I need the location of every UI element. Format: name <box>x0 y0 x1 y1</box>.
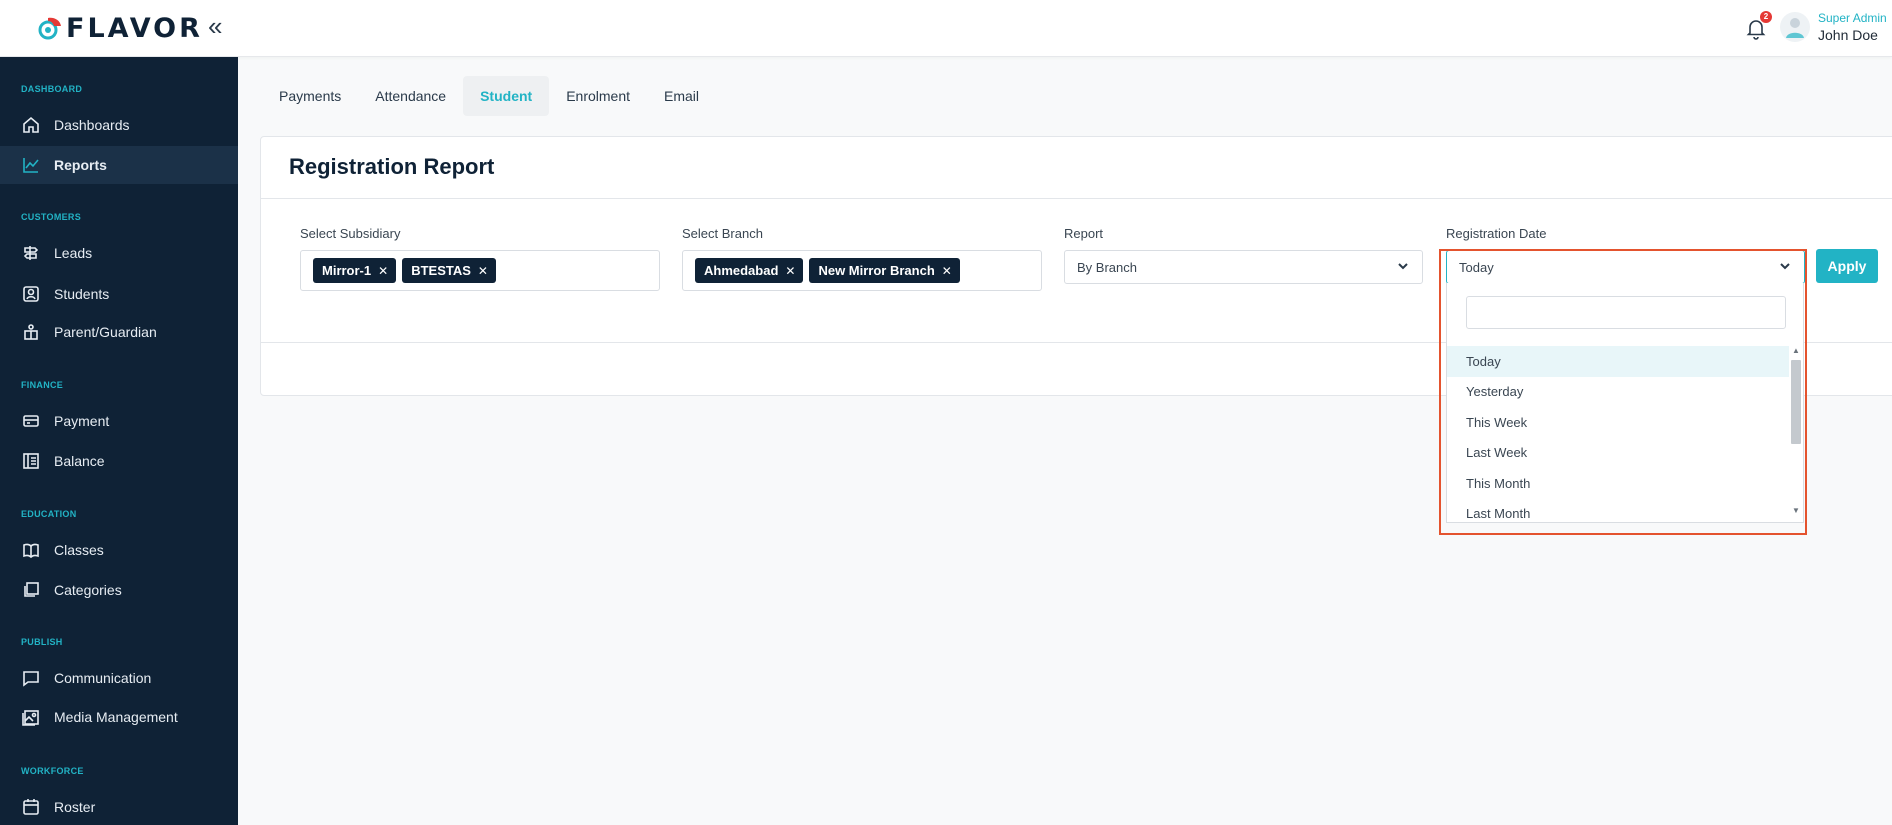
remove-chip-icon[interactable]: ✕ <box>378 264 388 278</box>
sidebar: DASHBOARD Dashboards Reports CUSTOMERS L… <box>0 57 238 825</box>
book-icon <box>22 541 40 559</box>
subsidiary-chip: Mirror-1 ✕ <box>313 258 397 283</box>
page-title: Registration Report <box>289 154 495 179</box>
sidebar-item-roster[interactable]: Roster <box>0 788 238 825</box>
option-last-week[interactable]: Last Week <box>1447 438 1789 469</box>
signpost-icon <box>22 244 40 262</box>
sidebar-item-label: Parent/Guardian <box>54 324 157 340</box>
registration-date-select[interactable]: Today <box>1446 250 1805 284</box>
sidebar-item-label: Classes <box>54 542 104 558</box>
chip-label: Ahmedabad <box>704 263 779 278</box>
sidebar-item-label: Roster <box>54 799 96 815</box>
card-divider <box>261 198 1892 199</box>
branch-chip: Ahmedabad ✕ <box>695 258 804 283</box>
subsidiary-label: Select Subsidiary <box>300 226 401 241</box>
logo-text: FLAVOR <box>66 12 203 44</box>
sidebar-section-customers: CUSTOMERS <box>21 212 82 222</box>
sidebar-item-label: Payment <box>54 413 110 429</box>
remove-chip-icon[interactable]: ✕ <box>478 264 488 278</box>
sidebar-item-label: Students <box>54 286 110 302</box>
report-type-label: Report <box>1064 226 1104 241</box>
tab-email[interactable]: Email <box>647 76 716 116</box>
tab-attendance[interactable]: Attendance <box>358 76 463 116</box>
sidebar-section-dashboard: DASHBOARD <box>21 84 83 94</box>
dropdown-options: Today Yesterday This Week Last Week This… <box>1447 346 1789 518</box>
tab-student[interactable]: Student <box>463 76 550 116</box>
home-icon <box>22 116 40 134</box>
calendar-icon <box>22 798 40 816</box>
sidebar-item-payment[interactable]: Payment <box>0 402 238 440</box>
branch-multiselect[interactable]: Ahmedabad ✕ New Mirror Branch ✕ <box>682 250 1042 291</box>
option-today[interactable]: Today <box>1447 346 1789 377</box>
sidebar-item-reports[interactable]: Reports <box>0 146 238 184</box>
sidebar-item-categories[interactable]: Categories <box>0 571 238 609</box>
user-name[interactable]: John Doe <box>1818 27 1878 43</box>
flavor-logo-icon <box>36 14 64 42</box>
subsidiary-multiselect[interactable]: Mirror-1 ✕ BTESTAS ✕ <box>300 250 660 291</box>
image-icon <box>22 708 40 726</box>
chip-label: Mirror-1 <box>322 263 372 278</box>
user-square-icon <box>22 285 40 303</box>
report-type-select[interactable]: By Branch <box>1064 250 1423 284</box>
sidebar-item-students[interactable]: Students <box>0 275 238 313</box>
sidebar-item-label: Leads <box>54 245 93 261</box>
collapse-sidebar-icon[interactable]: « <box>208 13 232 40</box>
sidebar-item-label: Communication <box>54 670 152 686</box>
remove-chip-icon[interactable]: ✕ <box>942 264 952 278</box>
sidebar-item-label: Categories <box>54 582 122 598</box>
option-last-month[interactable]: Last Month <box>1447 499 1789 518</box>
dropdown-search-input[interactable] <box>1466 296 1786 329</box>
avatar[interactable] <box>1780 12 1810 42</box>
sidebar-section-publish: PUBLISH <box>21 637 63 647</box>
report-tabs: Payments Attendance Student Enrolment Em… <box>262 76 716 116</box>
message-icon <box>22 669 40 687</box>
branch-chip: New Mirror Branch ✕ <box>809 258 960 283</box>
user-role: Super Admin <box>1818 11 1887 25</box>
sidebar-item-classes[interactable]: Classes <box>0 531 238 569</box>
tab-payments[interactable]: Payments <box>262 76 358 116</box>
tab-enrolment[interactable]: Enrolment <box>549 76 647 116</box>
remove-chip-icon[interactable]: ✕ <box>785 264 795 278</box>
notification-badge: 2 <box>1760 11 1772 23</box>
option-yesterday[interactable]: Yesterday <box>1447 377 1789 408</box>
app-logo[interactable]: FLAVOR <box>36 12 203 44</box>
sidebar-item-parent-guardian[interactable]: Parent/Guardian <box>0 313 238 351</box>
sidebar-item-label: Dashboards <box>54 117 130 133</box>
branch-label: Select Branch <box>682 226 763 241</box>
registration-date-value: Today <box>1459 259 1494 275</box>
sidebar-item-media-management[interactable]: Media Management <box>0 698 238 736</box>
registration-date-label: Registration Date <box>1446 226 1547 241</box>
chart-line-icon <box>22 156 40 174</box>
family-icon <box>22 323 40 341</box>
sidebar-section-finance: FINANCE <box>21 380 64 390</box>
scroll-up-icon[interactable]: ▲ <box>1792 346 1800 355</box>
option-this-week[interactable]: This Week <box>1447 407 1789 438</box>
sidebar-item-dashboards[interactable]: Dashboards <box>0 106 238 144</box>
ledger-icon <box>22 452 40 470</box>
scrollbar-thumb[interactable] <box>1791 360 1801 444</box>
chevron-down-icon <box>1778 259 1792 273</box>
sidebar-section-workforce: WORKFORCE <box>21 766 84 776</box>
subsidiary-chip: BTESTAS ✕ <box>402 258 496 283</box>
report-type-value: By Branch <box>1077 259 1137 275</box>
layers-icon <box>22 581 40 599</box>
top-bar: FLAVOR « 2 Super Admin John Doe <box>0 0 1892 57</box>
registration-date-dropdown: Today Yesterday This Week Last Week This… <box>1446 283 1804 523</box>
chip-label: BTESTAS <box>411 263 471 278</box>
sidebar-section-education: EDUCATION <box>21 509 77 519</box>
sidebar-item-balance[interactable]: Balance <box>0 442 238 480</box>
chip-label: New Mirror Branch <box>818 263 935 278</box>
sidebar-item-leads[interactable]: Leads <box>0 234 238 272</box>
scroll-down-icon[interactable]: ▼ <box>1792 506 1800 515</box>
dropdown-scrollbar[interactable]: ▲ ▼ <box>1789 346 1803 518</box>
sidebar-item-label: Balance <box>54 453 105 469</box>
card-icon <box>22 412 40 430</box>
chevron-down-icon <box>1396 259 1410 273</box>
sidebar-item-communication[interactable]: Communication <box>0 659 238 697</box>
sidebar-item-label: Reports <box>54 157 107 173</box>
option-this-month[interactable]: This Month <box>1447 468 1789 499</box>
apply-button[interactable]: Apply <box>1816 249 1878 283</box>
sidebar-item-label: Media Management <box>54 709 178 725</box>
